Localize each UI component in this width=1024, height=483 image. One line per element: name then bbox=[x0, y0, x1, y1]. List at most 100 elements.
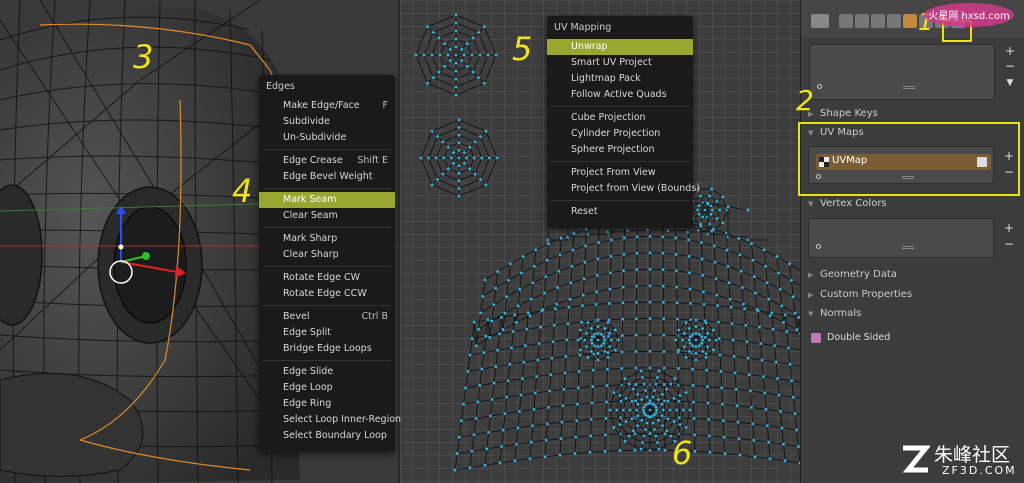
edges-menu-item-mark-seam[interactable]: Mark Seam bbox=[259, 192, 395, 208]
editor-type-icon[interactable] bbox=[811, 14, 829, 28]
menu-separator bbox=[551, 161, 689, 162]
menu-item-label: Select Loop Inner-Region bbox=[283, 414, 402, 425]
menu-item-label: Subdivide bbox=[283, 116, 330, 127]
edges-menu-title: Edges bbox=[266, 81, 295, 92]
menu-item-shortcut: Shift E bbox=[357, 155, 388, 166]
vertex-colors-list[interactable] bbox=[808, 218, 994, 258]
zf3d-en-text: ZF3D.COM bbox=[942, 464, 1017, 477]
scene-icon[interactable] bbox=[871, 14, 885, 28]
menu-separator bbox=[263, 227, 391, 228]
vg-add-button[interactable]: + bbox=[1004, 45, 1016, 57]
edges-menu-item-edge-split[interactable]: Edge Split bbox=[259, 325, 395, 341]
menu-item-label: Edge Loop bbox=[283, 382, 333, 393]
menu-item-label: Un-Subdivide bbox=[283, 132, 347, 143]
highlight-uv-maps bbox=[798, 122, 1020, 196]
edges-menu-item-subdivide[interactable]: Subdivide bbox=[259, 114, 395, 130]
section-geometry-data[interactable]: Geometry Data bbox=[808, 266, 897, 284]
menu-item-label: Rotate Edge CW bbox=[283, 272, 361, 283]
menu-item-label: Edge Crease bbox=[283, 155, 343, 166]
annotation-5: 5 bbox=[512, 30, 533, 68]
uv-mapping-menu: UV Mapping Unwrap Smart UV Project Lightma… bbox=[547, 16, 700, 228]
edges-menu-item-select-boundary-loop[interactable]: Select Boundary Loop bbox=[259, 428, 395, 444]
layers-icon[interactable] bbox=[855, 14, 869, 28]
menu-item-label: Clear Sharp bbox=[283, 249, 339, 260]
edges-menu-item-bridge-edge-loops[interactable]: Bridge Edge Loops bbox=[259, 341, 395, 357]
annotation-4: 4 bbox=[232, 172, 253, 210]
menu-item-label: Mark Sharp bbox=[283, 233, 338, 244]
menu-item-label: Smart UV Project bbox=[571, 57, 652, 68]
svg-text:火星网 hxsd.com: 火星网 hxsd.com bbox=[928, 10, 1010, 22]
edges-menu-item-make-edge-face[interactable]: Make Edge/Face F bbox=[259, 98, 395, 114]
uv-menu-item-project-from-view[interactable]: Project From View bbox=[547, 165, 693, 181]
edges-menu-item-rotate-edge-cw[interactable]: Rotate Edge CW bbox=[259, 270, 395, 286]
uv-menu-item-smart-uv-project[interactable]: Smart UV Project bbox=[547, 55, 693, 71]
vertex-groups-list[interactable] bbox=[809, 44, 995, 100]
menu-separator bbox=[263, 305, 391, 306]
section-vertex-colors[interactable]: Vertex Colors bbox=[808, 195, 887, 213]
render-icon[interactable] bbox=[839, 14, 853, 28]
menu-item-label: Edge Slide bbox=[283, 366, 334, 377]
menu-item-label: Cube Projection bbox=[571, 112, 646, 123]
vg-specials-button[interactable]: ▼ bbox=[1004, 77, 1016, 89]
menu-separator bbox=[551, 200, 689, 201]
menu-separator bbox=[263, 266, 391, 267]
menu-item-label: Edge Bevel Weight bbox=[283, 171, 373, 182]
menu-item-label: Clear Seam bbox=[283, 210, 338, 221]
menu-separator bbox=[263, 360, 391, 361]
menu-separator bbox=[551, 106, 689, 107]
double-sided-checkbox[interactable] bbox=[811, 333, 821, 343]
vg-remove-button[interactable]: − bbox=[1004, 60, 1016, 72]
hxsd-logo: 火星网 hxsd.com bbox=[922, 2, 1016, 28]
menu-item-label: Follow Active Quads bbox=[571, 89, 667, 100]
menu-item-label: Cylinder Projection bbox=[571, 128, 661, 139]
menu-item-label: Rotate Edge CCW bbox=[283, 288, 367, 299]
vc-remove-button[interactable]: − bbox=[1003, 238, 1015, 250]
edges-menu-item-bevel[interactable]: Bevel Ctrl B bbox=[259, 309, 395, 325]
menu-item-label: Sphere Projection bbox=[571, 144, 655, 155]
vc-list-grip[interactable] bbox=[902, 246, 914, 249]
menu-item-shortcut: Ctrl B bbox=[361, 311, 388, 322]
section-shape-keys[interactable]: Shape Keys bbox=[808, 105, 878, 123]
uv-menu-item-follow-active-quads[interactable]: Follow Active Quads bbox=[547, 87, 693, 103]
list-resize-grip[interactable] bbox=[903, 86, 915, 89]
uv-menu-item-reset[interactable]: Reset bbox=[547, 204, 693, 220]
edges-menu-item-rotate-edge-ccw[interactable]: Rotate Edge CCW bbox=[259, 286, 395, 302]
uv-menu-item-cylinder-projection[interactable]: Cylinder Projection bbox=[547, 126, 693, 142]
edges-menu-item-clear-sharp[interactable]: Clear Sharp bbox=[259, 247, 395, 263]
double-sided-label: Double Sided bbox=[827, 332, 891, 343]
edges-menu-item-clear-seam[interactable]: Clear Seam bbox=[259, 208, 395, 224]
list-dot-icon bbox=[817, 84, 822, 89]
menu-item-label: Make Edge/Face bbox=[283, 100, 360, 111]
menu-item-label: Reset bbox=[571, 206, 598, 217]
uv-menu-item-unwrap[interactable]: Unwrap bbox=[547, 39, 693, 55]
annotation-2: 2 bbox=[796, 84, 814, 117]
annotation-6: 6 bbox=[672, 434, 693, 472]
section-custom-properties[interactable]: Custom Properties bbox=[808, 286, 912, 304]
menu-item-label: Bridge Edge Loops bbox=[283, 343, 372, 354]
uv-menu-item-cube-projection[interactable]: Cube Projection bbox=[547, 110, 693, 126]
zf3d-cn-text: 朱峰社区 bbox=[934, 444, 1011, 466]
edges-menu-item-edge-bevel-weight[interactable]: Edge Bevel Weight bbox=[259, 169, 395, 185]
section-normals[interactable]: Normals bbox=[808, 305, 861, 323]
object-icon[interactable] bbox=[903, 14, 917, 28]
edges-menu-item-edge-slide[interactable]: Edge Slide bbox=[259, 364, 395, 380]
edges-menu: Edges Make Edge/Face F Subdivide Un-Subdivi… bbox=[259, 75, 401, 452]
menu-item-shortcut: F bbox=[382, 100, 388, 111]
menu-item-label: Edge Split bbox=[283, 327, 331, 338]
edges-menu-item-edge-loop[interactable]: Edge Loop bbox=[259, 380, 395, 396]
zf3d-logo: 朱峰社区 ZF3D.COM bbox=[900, 440, 1022, 480]
edges-menu-item-edge-crease[interactable]: Edge Crease Shift E bbox=[259, 153, 395, 169]
uv-menu-item-project-from-view-bounds[interactable]: Project from View (Bounds) bbox=[547, 181, 700, 197]
uv-menu-item-sphere-projection[interactable]: Sphere Projection bbox=[547, 142, 693, 158]
edges-menu-item-edge-ring[interactable]: Edge Ring bbox=[259, 396, 395, 412]
menu-item-label: Select Boundary Loop bbox=[283, 430, 387, 441]
edges-menu-item-un-subdivide[interactable]: Un-Subdivide bbox=[259, 130, 395, 146]
edges-menu-item-select-loop-inner-region[interactable]: Select Loop Inner-Region bbox=[259, 412, 401, 428]
world-icon[interactable] bbox=[887, 14, 901, 28]
edges-menu-item-mark-sharp[interactable]: Mark Sharp bbox=[259, 231, 395, 247]
menu-item-label: Project from View (Bounds) bbox=[571, 183, 700, 194]
uv-mapping-menu-title: UV Mapping bbox=[554, 22, 612, 33]
uv-menu-item-lightmap-pack[interactable]: Lightmap Pack bbox=[547, 71, 693, 87]
vc-list-dot-icon bbox=[816, 244, 821, 249]
vc-add-button[interactable]: + bbox=[1003, 222, 1015, 234]
